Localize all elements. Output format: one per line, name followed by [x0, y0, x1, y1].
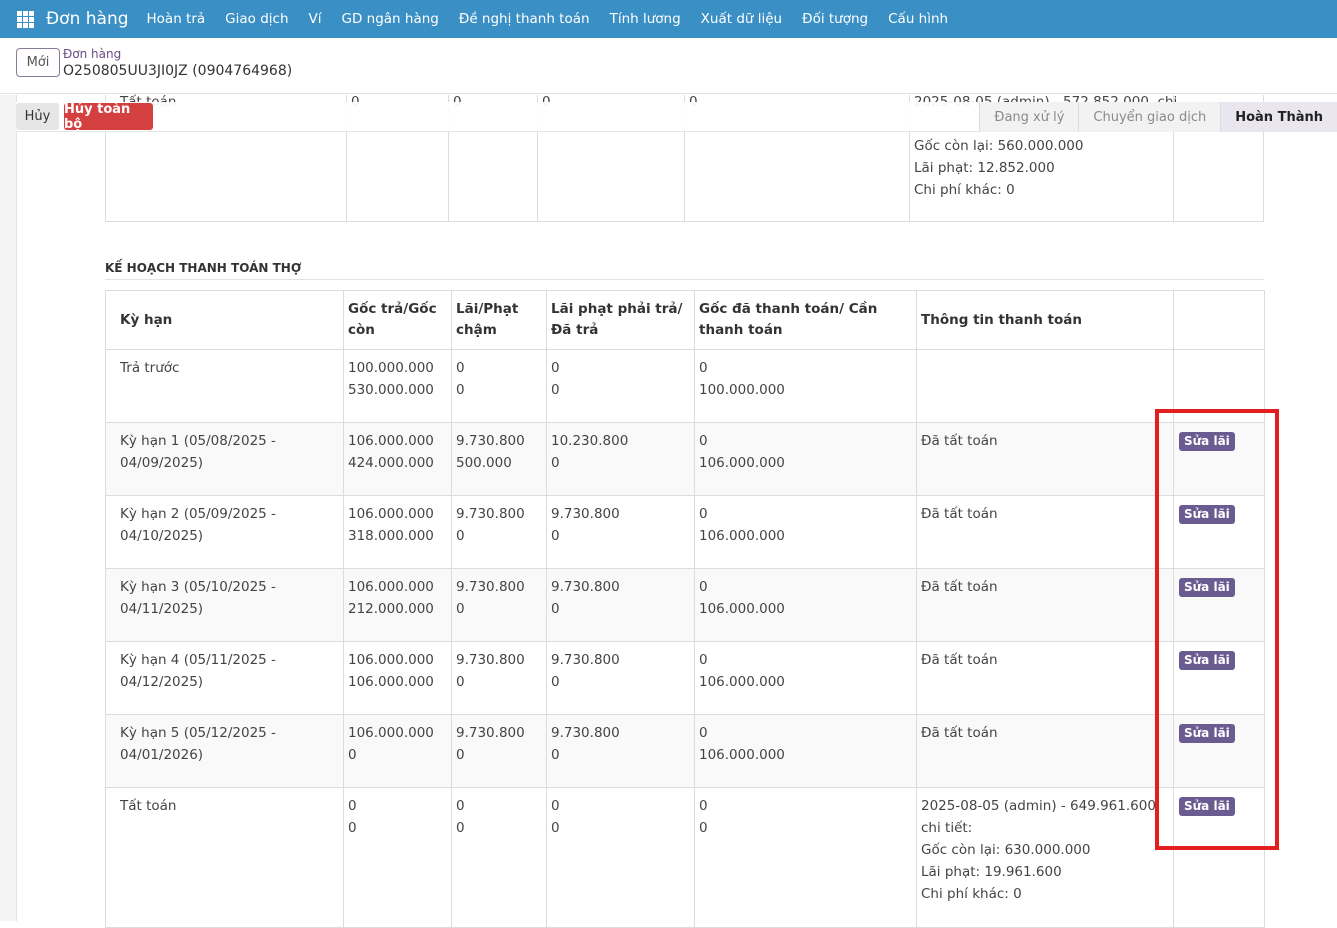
previous-info-line: Chi phí khác: 0 — [914, 182, 1015, 198]
info-cell: Đã tất toán — [916, 422, 1174, 496]
stage-processing[interactable]: Đang xử lý — [979, 102, 1079, 132]
breadcrumb-current: O250805UU3JI0JZ (0904764968) — [63, 63, 293, 79]
penalty-cell: 9.730.800 0 — [546, 495, 695, 569]
penalty-cell: 9.730.800 0 — [546, 714, 695, 788]
table-row: Kỳ hạn 4 (05/11/2025 - 04/12/2025) 106.0… — [105, 641, 1265, 715]
penalty-cell: 00 — [546, 349, 695, 423]
paid-cell: 0 106.000.000 — [694, 495, 917, 569]
column-header: Gốc trả/Gốc còn — [343, 290, 452, 350]
info-cell: Đã tất toán — [916, 568, 1174, 642]
previous-info-line: Lãi phạt: 12.852.000 — [914, 160, 1055, 176]
control-panel: Mới Đơn hàng O250805UU3JI0JZ (0904764968… — [0, 38, 1337, 94]
edit-interest-button[interactable]: Sửa lãi — [1179, 797, 1235, 816]
principal-cell: 100.000.000 530.000.000 — [343, 349, 452, 423]
menu-vi[interactable]: Ví — [309, 11, 322, 27]
menu-hoan-tra[interactable]: Hoàn trả — [147, 11, 206, 27]
apps-grid-icon[interactable] — [17, 10, 34, 28]
action-cell: Sửa lãi — [1173, 568, 1265, 642]
action-cell: Sửa lãi — [1173, 422, 1265, 496]
term-cell: Kỳ hạn 5 (05/12/2025 - 04/01/2026) — [105, 714, 344, 788]
principal-cell: 106.000.000 106.000.000 — [343, 641, 452, 715]
action-cell: Sửa lãi — [1173, 495, 1265, 569]
menu-gd-ngan-hang[interactable]: GD ngân hàng — [342, 11, 439, 27]
paid-cell: 0 106.000.000 — [694, 714, 917, 788]
interest-cell: 9.730.800 0 — [451, 495, 547, 569]
action-cell: Sửa lãi — [1173, 787, 1265, 928]
edit-interest-button[interactable]: Sửa lãi — [1179, 505, 1235, 524]
column-header: Gốc đã thanh toán/ Cần thanh toán — [694, 290, 917, 350]
info-cell: Đã tất toán — [916, 495, 1174, 569]
info-cell: Đã tất toán — [916, 714, 1174, 788]
action-cell: Sửa lãi — [1173, 714, 1265, 788]
breadcrumb-parent[interactable]: Đơn hàng — [63, 47, 121, 61]
stage-transfer[interactable]: Chuyển giao dịch — [1078, 102, 1221, 132]
interest-cell: 00 — [451, 787, 547, 928]
previous-info-line: Gốc còn lại: 560.000.000 — [914, 138, 1084, 154]
column-header: Lãi/Phạt chậm — [451, 290, 547, 350]
column-header — [1173, 290, 1265, 350]
paid-cell: 0 106.000.000 — [694, 641, 917, 715]
new-button[interactable]: Mới — [16, 48, 60, 77]
term-cell: Tất toán — [105, 787, 344, 928]
menu-tinh-luong[interactable]: Tính lương — [610, 11, 681, 27]
term-cell: Kỳ hạn 3 (05/10/2025 - 04/11/2025) — [105, 568, 344, 642]
penalty-cell: 9.730.800 0 — [546, 568, 695, 642]
info-cell — [916, 349, 1174, 423]
info-cell: 2025-08-05 (admin) - 649.961.600, chi ti… — [916, 787, 1174, 928]
table-row: Trả trước 100.000.000 530.000.000 00 00 0… — [105, 349, 1265, 423]
term-cell: Kỳ hạn 4 (05/11/2025 - 04/12/2025) — [105, 641, 344, 715]
paid-cell: 0 100.000.000 — [694, 349, 917, 423]
paid-cell: 0 106.000.000 — [694, 568, 917, 642]
table-row: Kỳ hạn 1 (05/08/2025 - 04/09/2025) 106.0… — [105, 422, 1265, 496]
edit-interest-button[interactable]: Sửa lãi — [1179, 578, 1235, 597]
edit-interest-button[interactable]: Sửa lãi — [1179, 651, 1235, 670]
table-header-row: Kỳ hạn Gốc trả/Gốc còn Lãi/Phạt chậm Lãi… — [105, 290, 1265, 350]
table-row: Kỳ hạn 2 (05/09/2025 - 04/10/2025) 106.0… — [105, 495, 1265, 569]
table-row: Kỳ hạn 5 (05/12/2025 - 04/01/2026) 106.0… — [105, 714, 1265, 788]
cancel-button[interactable]: Hủy — [16, 103, 59, 130]
menu-de-nghi-thanh-toan[interactable]: Đề nghị thanh toán — [459, 11, 590, 27]
action-cell: Sửa lãi — [1173, 641, 1265, 715]
payment-plan-table: Kỳ hạn Gốc trả/Gốc còn Lãi/Phạt chậm Lãi… — [105, 290, 1265, 928]
column-header: Kỳ hạn — [105, 290, 344, 350]
menu-xuat-du-lieu[interactable]: Xuất dữ liệu — [701, 11, 782, 27]
principal-cell: 106.000.000 318.000.000 — [343, 495, 452, 569]
table-row: Kỳ hạn 3 (05/10/2025 - 04/11/2025) 106.0… — [105, 568, 1265, 642]
interest-cell: 9.730.800 500.000 — [451, 422, 547, 496]
column-header: Lãi phạt phải trả/Đã trả — [546, 290, 695, 350]
penalty-cell: 00 — [546, 787, 695, 928]
info-cell: Đã tất toán — [916, 641, 1174, 715]
section-title: KẾ HOẠCH THANH TOÁN THỢ — [105, 261, 1264, 280]
menu-doi-tuong[interactable]: Đối tượng — [802, 11, 868, 27]
interest-cell: 9.730.800 0 — [451, 714, 547, 788]
interest-cell: 9.730.800 0 — [451, 641, 547, 715]
principal-cell: 00 — [343, 787, 452, 928]
stage-completed[interactable]: Hoàn Thành — [1220, 102, 1337, 132]
term-cell: Kỳ hạn 1 (05/08/2025 - 04/09/2025) — [105, 422, 344, 496]
column-header: Thông tin thanh toán — [916, 290, 1174, 350]
app-brand[interactable]: Đơn hàng — [46, 9, 129, 29]
interest-cell: 9.730.800 0 — [451, 568, 547, 642]
table-row: Tất toán 00 00 00 00 2025-08-05 (admin) … — [105, 787, 1265, 928]
edit-interest-button[interactable]: Sửa lãi — [1179, 432, 1235, 451]
menu-giao-dich[interactable]: Giao dịch — [225, 11, 288, 27]
edit-interest-button[interactable]: Sửa lãi — [1179, 724, 1235, 743]
cancel-all-button[interactable]: Hủy toàn bộ — [64, 102, 153, 132]
interest-cell: 00 — [451, 349, 547, 423]
status-bar: Hủy Hủy toàn bộ Đang xử lý Chuyển giao d… — [16, 102, 1337, 132]
term-cell: Trả trước — [105, 349, 344, 423]
top-navbar: Đơn hàng Hoàn trả Giao dịch Ví GD ngân h… — [0, 0, 1337, 38]
penalty-cell: 10.230.800 0 — [546, 422, 695, 496]
stage-pipeline: Đang xử lý Chuyển giao dịch Hoàn Thành — [979, 102, 1337, 132]
principal-cell: 106.000.000 424.000.000 — [343, 422, 452, 496]
action-cell — [1173, 349, 1265, 423]
penalty-cell: 9.730.800 0 — [546, 641, 695, 715]
principal-cell: 106.000.000 212.000.000 — [343, 568, 452, 642]
menu-cau-hinh[interactable]: Cấu hình — [888, 11, 948, 27]
term-cell: Kỳ hạn 2 (05/09/2025 - 04/10/2025) — [105, 495, 344, 569]
paid-cell: 00 — [694, 787, 917, 928]
principal-cell: 106.000.000 0 — [343, 714, 452, 788]
paid-cell: 0 106.000.000 — [694, 422, 917, 496]
